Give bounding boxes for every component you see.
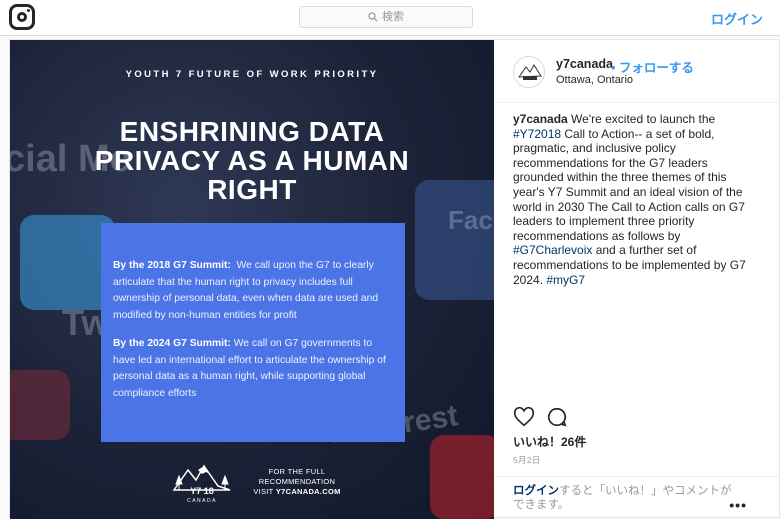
more-options-icon[interactable]: •••: [729, 497, 747, 513]
image-kicker: YOUTH 7 FUTURE OF WORK PRIORITY: [125, 69, 379, 80]
recommendation-box: By the 2018 G7 Summit: We call upon the …: [101, 223, 405, 442]
headline-line-2: PRIVACY AS A HUMAN: [94, 145, 410, 176]
footer-visit: VISIT: [253, 487, 276, 496]
post-image[interactable]: cial Me Tw Fac Pinterest YOUTH 7 FUTURE …: [10, 40, 494, 519]
login-prompt-link[interactable]: ログイン: [513, 485, 559, 497]
footer-url: Y7CANADA.COM: [275, 487, 341, 496]
search-input[interactable]: 検索: [299, 6, 473, 28]
post-username[interactable]: y7canada: [556, 57, 613, 71]
post-caption: y7canada We're excited to launch the #Y7…: [513, 112, 753, 287]
footer-line-1: FOR THE FULL: [268, 467, 326, 476]
bg-red-tile-2: [10, 370, 70, 440]
y7-logo-sub-text: CANADA: [187, 498, 217, 504]
post-footer: ログインすると「いいね！」やコメントができます。 •••: [494, 476, 780, 519]
headline-line-3: RIGHT: [207, 174, 297, 205]
post-card: cial Me Tw Fac Pinterest YOUTH 7 FUTURE …: [9, 39, 780, 519]
avatar-logo-icon: [518, 64, 542, 80]
post-header: y7canada • フォローする Ottawa, Ontario: [494, 40, 780, 103]
avatar[interactable]: [513, 56, 545, 88]
follow-separator: •: [611, 61, 616, 75]
hashtag-y72018[interactable]: #Y72018: [513, 127, 561, 141]
footer-line-3: VISIT Y7CANADA.COM: [242, 487, 352, 497]
recommendation-2018-lead: By the 2018 G7 Summit:: [113, 260, 231, 271]
post-sidebar: y7canada • フォローする Ottawa, Ontario y7cana…: [494, 40, 780, 519]
likes-count[interactable]: いいね！26件: [513, 433, 586, 450]
image-headline: ENSHRINING DATA PRIVACY AS A HUMAN RIGHT: [50, 117, 454, 204]
login-prompt: ログインすると「いいね！」やコメントができます。: [513, 484, 733, 512]
recommendation-2024-lead: By the 2024 G7 Summit:: [113, 338, 231, 349]
footer-note: FOR THE FULL RECOMMENDATION VISIT Y7CANA…: [242, 467, 352, 497]
instagram-camera-icon[interactable]: [9, 4, 35, 30]
hashtag-g7charlevoix[interactable]: #G7Charlevoix: [513, 243, 592, 257]
caption-text-2: Call to Action-- a set of bold, pragmati…: [513, 126, 745, 243]
y7-logo: Y7 18 CANADA: [172, 464, 231, 504]
login-link[interactable]: ログイン: [711, 9, 763, 28]
footer-line-2: RECOMMENDATION: [258, 477, 336, 486]
search-placeholder: 検索: [382, 11, 404, 23]
top-bar: 検索 ログイン: [0, 0, 780, 36]
headline-line-1: ENSHRINING DATA: [119, 116, 385, 147]
recommendation-2024: By the 2024 G7 Summit: We call on G7 gov…: [113, 336, 393, 402]
search-icon: [368, 12, 378, 22]
bg-face-text: Fac: [448, 205, 493, 235]
heart-icon[interactable]: [513, 406, 535, 428]
caption-username[interactable]: y7canada: [513, 112, 568, 126]
hashtag-myg7[interactable]: #myG7: [546, 273, 585, 287]
camera-lens-shape: [17, 12, 27, 22]
post-date[interactable]: 5月2日: [513, 454, 541, 466]
caption-text-1: We're excited to launch the: [567, 112, 716, 126]
y7-logo-main-text: Y7 18: [190, 486, 214, 496]
camera-dot-shape: [27, 9, 30, 12]
comment-icon[interactable]: [546, 406, 568, 428]
recommendation-2018: By the 2018 G7 Summit: We call upon the …: [113, 258, 393, 324]
bg-red-tile: [430, 435, 494, 519]
post-location[interactable]: Ottawa, Ontario: [556, 74, 633, 86]
follow-label: フォローする: [618, 61, 694, 75]
